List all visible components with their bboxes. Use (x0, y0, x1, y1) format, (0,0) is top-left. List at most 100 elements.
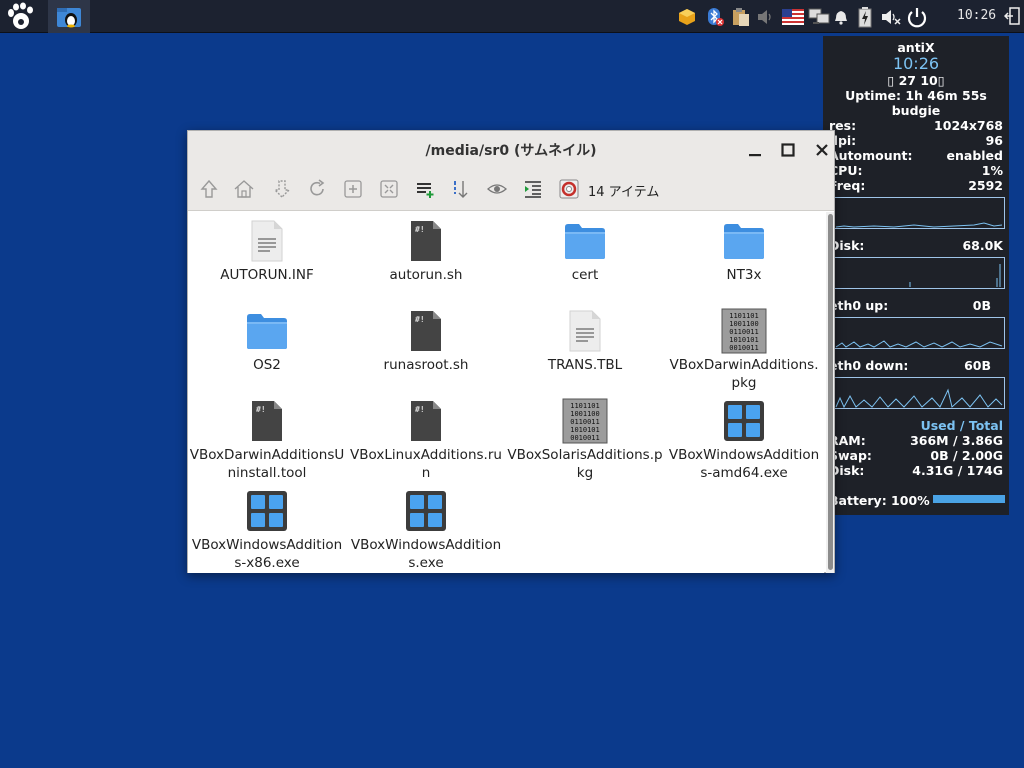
conky-eth0up-value: 0B (972, 298, 991, 313)
toolbar: 14 アイテム (188, 167, 834, 211)
reload-button[interactable] (305, 177, 329, 201)
file-item[interactable]: #! VBoxLinuxAdditions.run (347, 392, 505, 482)
logout-icon[interactable] (1003, 7, 1020, 29)
file-manager-window: /media/sr0 (サムネイル) 14 アイテム AUTORUN.INF #… (187, 130, 835, 573)
package-updater-icon[interactable] (676, 6, 698, 28)
conky-eth0down-label: eth0 down: (829, 358, 909, 373)
conky-eth0up-graph (833, 317, 1005, 349)
script-file-icon: #! (403, 308, 449, 354)
windows-exe-icon (721, 398, 767, 444)
battery-charging-icon[interactable] (854, 6, 876, 28)
folder-icon (244, 308, 290, 354)
home-icon (234, 180, 254, 198)
show-hidden-button[interactable] (485, 177, 509, 201)
notifications-bell-icon[interactable] (830, 6, 852, 28)
vertical-scrollbar[interactable] (826, 212, 834, 573)
eye-icon (487, 184, 507, 194)
svg-text:#!: #! (256, 405, 266, 414)
file-item[interactable]: #! VBoxDarwinAdditionsUninstall.tool (188, 392, 346, 482)
home-button[interactable] (232, 177, 256, 201)
file-item[interactable]: #! autorun.sh (347, 212, 505, 302)
list-view-button[interactable] (413, 177, 437, 201)
sort-descending-icon (454, 181, 468, 198)
gnome-foot-icon (8, 2, 33, 29)
conky-freq-value: 2592 (968, 178, 1003, 193)
file-item[interactable]: VBoxWindowsAdditions.exe (347, 482, 505, 572)
conky-dpi-row: dpi: 96 (829, 133, 1003, 148)
file-item[interactable]: #! runasroot.sh (347, 302, 505, 392)
file-item[interactable]: TRANS.TBL (506, 302, 664, 392)
app-menu-button[interactable] (2, 1, 38, 32)
file-item[interactable]: 1101101 1001100 0110011 1010101 0010011 VBoxD… (665, 302, 823, 392)
svg-text:#!: #! (415, 225, 425, 234)
conky-swap-label: Swap: (829, 448, 872, 463)
file-icon-view[interactable]: AUTORUN.INF #! autorun.sh cert NT3x OS2 #! runa… (188, 212, 824, 573)
power-icon[interactable] (906, 6, 928, 28)
conky-used-total-header: Used / Total (920, 418, 1003, 433)
close-icon (816, 144, 828, 156)
file-name: VBoxLinuxAdditions.run (350, 447, 502, 481)
file-item[interactable]: OS2 (188, 302, 346, 392)
conky-swap-row: Swap: 0B / 2.00G (829, 448, 1003, 463)
conky-distro: antiX (897, 40, 935, 55)
go-down-button[interactable] (270, 177, 294, 201)
taskbar-file-manager-button[interactable] (48, 0, 90, 33)
zoom-fit-button[interactable] (377, 177, 401, 201)
side-pane-button[interactable] (521, 177, 545, 201)
conky-res-row: res: 1024x768 (829, 118, 1003, 133)
svg-text:0010011: 0010011 (570, 434, 600, 442)
conky-uptime: Uptime: 1h 46m 55s (845, 88, 987, 103)
file-name: AUTORUN.INF (220, 267, 314, 283)
file-name: cert (571, 267, 599, 283)
window-titlebar[interactable]: /media/sr0 (サムネイル) (188, 131, 834, 167)
close-button[interactable] (813, 141, 831, 159)
file-item[interactable]: cert (506, 212, 664, 302)
top-panel: 10:26 (0, 0, 1024, 33)
network-icon[interactable] (808, 6, 830, 28)
conky-cpu-graph (833, 197, 1005, 229)
keyboard-layout-us-flag-icon[interactable] (782, 6, 804, 28)
svg-text:0110011: 0110011 (729, 328, 759, 336)
file-name: VBoxWindowsAdditions-amd64.exe (668, 447, 820, 481)
volume-muted-icon[interactable] (880, 6, 902, 28)
scrollbar-thumb[interactable] (828, 214, 833, 570)
conky-eth0up-row: eth0 up: 0B (829, 298, 1003, 313)
file-item[interactable]: VBoxWindowsAdditions-amd64.exe (665, 392, 823, 482)
sort-button[interactable] (449, 177, 473, 201)
terminal-button[interactable] (557, 177, 581, 201)
script-file-icon: #! (403, 218, 449, 264)
file-item[interactable]: VBoxWindowsAdditions-x86.exe (188, 482, 346, 572)
text-file-icon (562, 308, 608, 354)
file-item[interactable]: AUTORUN.INF (188, 212, 346, 302)
conky-hdisk-value: 4.31G / 174G (912, 463, 1003, 478)
folder-icon (562, 218, 608, 264)
maximize-button[interactable] (779, 141, 797, 159)
conky-automount-label: Automount: (829, 148, 913, 163)
side-pane-icon (525, 181, 541, 198)
file-name: VBoxWindowsAdditions-x86.exe (191, 537, 343, 571)
bluetooth-icon[interactable] (704, 6, 726, 28)
go-up-button[interactable] (197, 177, 221, 201)
binary-file-icon: 1101101 1001100 0110011 1010101 0010011 (562, 398, 608, 444)
clipboard-icon[interactable] (730, 6, 752, 28)
conky-ram-value: 366M / 3.86G (910, 433, 1003, 448)
windows-exe-icon (244, 488, 290, 534)
file-name: autorun.sh (389, 267, 463, 283)
svg-text:1010101: 1010101 (570, 426, 600, 434)
conky-time: 10:26 (892, 54, 940, 73)
zoom-in-button[interactable] (341, 177, 365, 201)
conky-eth0up-label: eth0 up: (829, 298, 889, 313)
volume-icon[interactable] (754, 6, 776, 28)
conky-freq-row: Freq: 2592 (829, 178, 1003, 193)
file-item[interactable]: NT3x (665, 212, 823, 302)
zoom-in-icon (344, 180, 362, 198)
conky-automount-value: enabled (946, 148, 1003, 163)
minimize-button[interactable] (746, 141, 764, 159)
conky-disk-graph (833, 257, 1005, 289)
conky-system-monitor: antiX 10:26 ▯ 27 10▯ Uptime: 1h 46m 55s … (823, 36, 1009, 515)
svg-text:1010101: 1010101 (729, 336, 759, 344)
windows-exe-icon (403, 488, 449, 534)
item-count: 14 アイテム (588, 185, 660, 200)
panel-clock[interactable]: 10:26 (957, 8, 996, 23)
file-item[interactable]: 1101101 1001100 0110011 1010101 0010011 VBoxS… (506, 392, 664, 482)
